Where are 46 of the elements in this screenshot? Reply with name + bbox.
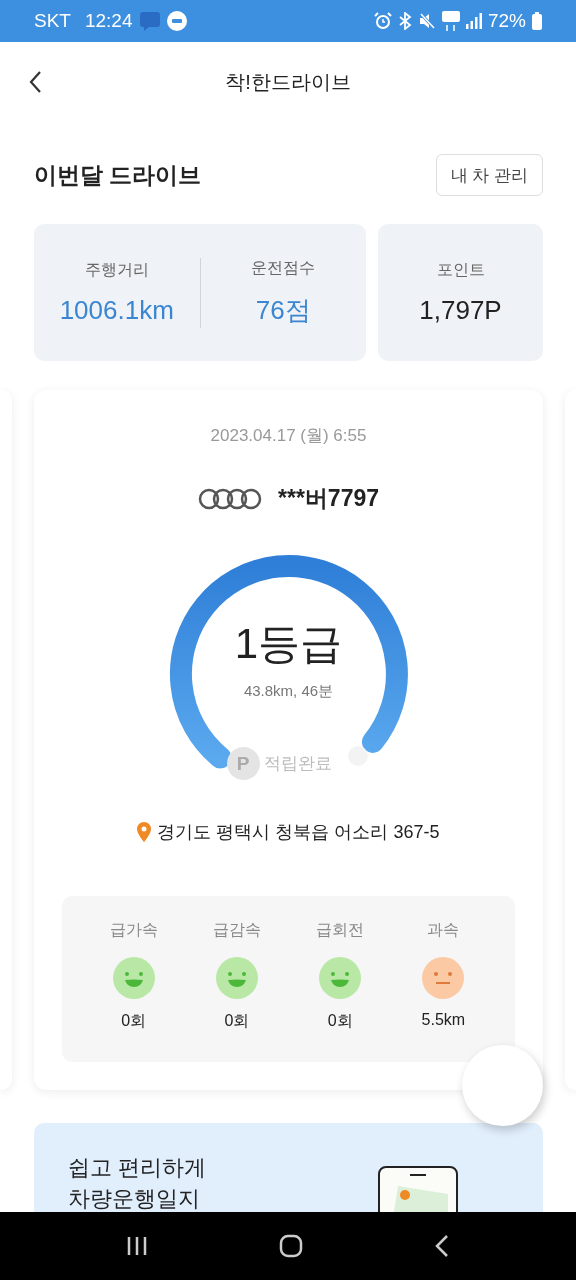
battery-percent: 72%	[487, 10, 526, 32]
promo-banner[interactable]: 쉽고 편리하게 차량운행일지	[34, 1123, 543, 1212]
clock: 12:24	[84, 10, 133, 32]
points-badge: P	[226, 747, 260, 780]
carrier: SKT	[34, 10, 71, 32]
license-plate: ***버7797	[278, 484, 379, 513]
stat-value: 1006.1km	[59, 294, 174, 326]
alarm-icon	[373, 12, 392, 30]
recent-apps-button[interactable]	[125, 1235, 148, 1257]
app-notification-icon	[166, 11, 187, 31]
banner-text: 쉽고 편리하게	[68, 1155, 207, 1180]
behavior-label: 급감속	[212, 920, 261, 940]
face-icon	[319, 957, 362, 999]
face-icon	[422, 957, 465, 999]
page-title: 착!한드라이브	[225, 69, 351, 95]
face-icon	[215, 957, 258, 999]
back-nav-button[interactable]	[434, 1234, 451, 1258]
section-title: 이번달 드라이브	[34, 160, 202, 190]
manage-car-button[interactable]: 내 차 관리	[435, 154, 543, 196]
app-notification-icon	[138, 11, 161, 31]
location-pin-icon	[137, 822, 152, 842]
behavior-value: 5.5km	[421, 1011, 466, 1029]
mute-icon	[417, 12, 436, 30]
reward-status: 적립완료	[263, 753, 332, 775]
face-icon	[112, 957, 155, 999]
car-logo-icon	[198, 487, 262, 510]
stat-label: 운전점수	[251, 257, 316, 278]
behavior-label: 급가속	[109, 920, 158, 940]
bluetooth-icon	[397, 12, 412, 30]
trip-address: 경기도 평택시 청북읍 어소리 367-5	[157, 821, 440, 844]
stat-value: 76점	[255, 293, 311, 327]
behavior-value: 0회	[327, 1011, 353, 1031]
behavior-value: 0회	[121, 1011, 147, 1031]
signal-icon	[465, 13, 482, 29]
trip-summary: 43.8km, 46분	[243, 682, 334, 701]
grade-value: 1등급	[234, 619, 343, 669]
stat-label: 주행거리	[84, 259, 149, 280]
points-value: 1,797P	[419, 294, 502, 326]
trip-datetime: 2023.04.17 (월) 6:55	[210, 425, 367, 447]
home-button[interactable]	[279, 1234, 303, 1258]
points-label: 포인트	[436, 259, 485, 280]
battery-icon	[532, 12, 542, 30]
behavior-label: 과속	[427, 920, 460, 940]
behavior-label: 급회전	[316, 920, 365, 940]
banner-text: 차량운행일지	[68, 1186, 201, 1211]
behavior-value: 0회	[224, 1011, 250, 1031]
